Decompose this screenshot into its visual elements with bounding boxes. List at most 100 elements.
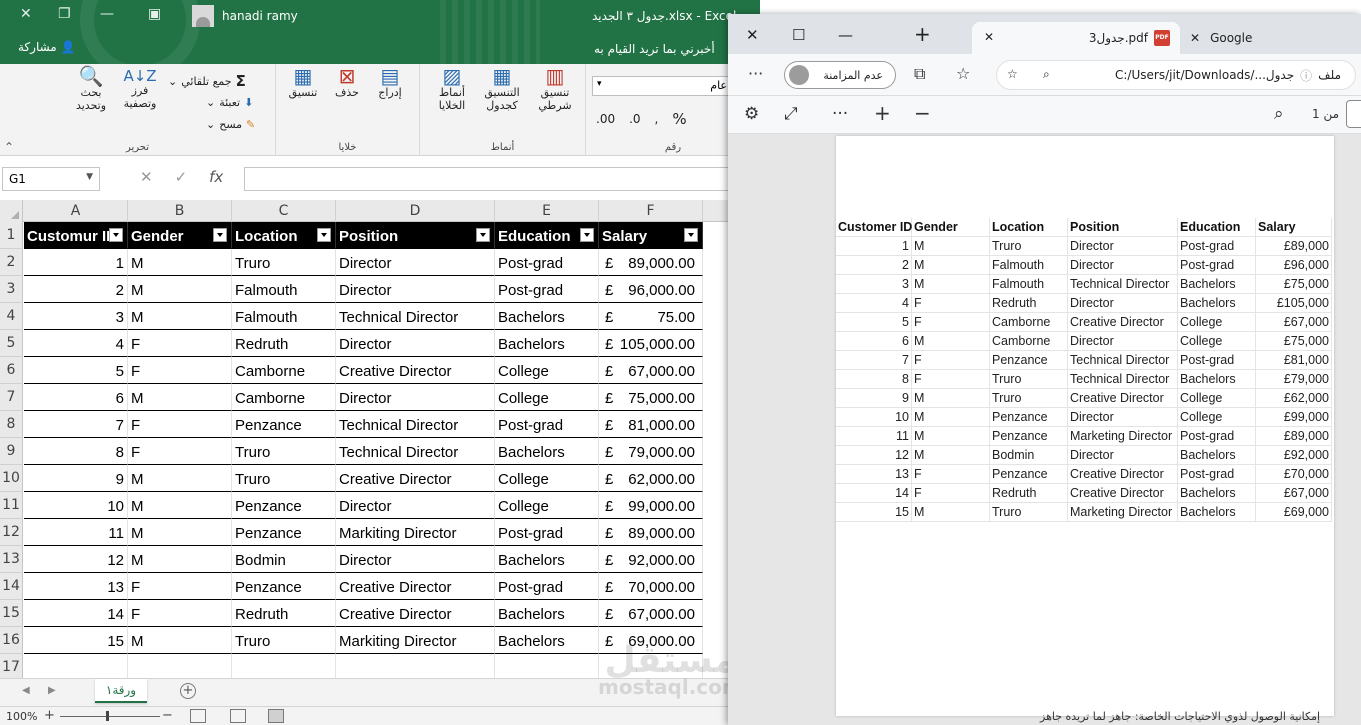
cell[interactable]: M (128, 384, 232, 411)
cell[interactable]: M (128, 465, 232, 492)
collections-icon[interactable]: ⧉ (914, 64, 925, 84)
cell-styles-button[interactable]: ▨ أنماط الخلايا (428, 66, 476, 112)
cell[interactable]: Customur ID (24, 222, 128, 249)
cell[interactable]: 7 (24, 411, 128, 438)
cell[interactable]: Redruth (232, 330, 336, 357)
cell[interactable]: 14 (24, 600, 128, 627)
sort-filter-button[interactable]: A↓Z فرز وتصفية (118, 69, 162, 111)
cell[interactable] (232, 654, 336, 678)
zoom-level[interactable]: 100% (6, 710, 37, 723)
cell[interactable]: Bachelors (495, 600, 599, 627)
cell[interactable]: Truro (232, 249, 336, 276)
cell[interactable]: 3 (24, 303, 128, 330)
minimize-window-icon[interactable]: — (100, 6, 114, 22)
cell[interactable]: 13 (24, 573, 128, 600)
maximize-window-icon[interactable]: ☐ (792, 26, 805, 44)
cell[interactable]: £62,000.00 (599, 465, 703, 492)
row-header[interactable]: 6 (0, 357, 23, 384)
close-tab-icon[interactable]: ✕ (984, 30, 994, 44)
filter-dropdown-icon[interactable] (476, 228, 490, 242)
cell[interactable]: M (128, 249, 232, 276)
cell[interactable]: £92,000.00 (599, 546, 703, 573)
cell[interactable]: £96,000.00 (599, 276, 703, 303)
cell[interactable]: Director (336, 276, 495, 303)
cell[interactable]: F (128, 411, 232, 438)
cell[interactable]: £67,000.00 (599, 600, 703, 627)
add-favorite-icon[interactable]: ☆ (1007, 67, 1018, 81)
close-window-icon[interactable]: ✕ (20, 6, 32, 22)
cell[interactable]: Salary (599, 222, 703, 249)
format-cells-button[interactable]: ▦ تنسيق (282, 66, 324, 99)
name-box[interactable]: G1 ▼ (2, 167, 100, 191)
cell[interactable]: F (128, 357, 232, 384)
row-header[interactable]: 1 (0, 222, 23, 249)
url-field[interactable]: ☆ ⌕ C:/Users/jit/Downloads/...جدول ⓘ ملف (996, 60, 1356, 90)
cell[interactable]: M (128, 627, 232, 654)
cell[interactable]: Penzance (232, 411, 336, 438)
zoom-slider[interactable] (60, 711, 160, 721)
conditional-format-button[interactable]: ▥ تنسيق شرطي (530, 66, 580, 112)
cell[interactable]: 1 (24, 249, 128, 276)
select-all-corner[interactable] (0, 200, 23, 222)
cell[interactable]: Creative Director (336, 573, 495, 600)
column-header[interactable]: C (232, 200, 336, 222)
cell[interactable]: £89,000.00 (599, 249, 703, 276)
row-header[interactable]: 14 (0, 573, 23, 600)
fit-page-icon[interactable]: ⤢ (784, 104, 798, 124)
sheet-tab[interactable]: ورقة١ (95, 679, 147, 703)
cell[interactable]: Markiting Director (336, 627, 495, 654)
cell[interactable]: Education (495, 222, 599, 249)
close-window-icon[interactable]: ✕ (746, 26, 759, 44)
cell[interactable]: Creative Director (336, 600, 495, 627)
increase-decimal-icon[interactable]: .0 (629, 112, 640, 126)
normal-view-icon[interactable] (268, 709, 284, 723)
cell[interactable]: M (128, 303, 232, 330)
cell[interactable]: Penzance (232, 519, 336, 546)
cell[interactable]: Post-grad (495, 573, 599, 600)
restore-window-icon[interactable]: ❐ (58, 6, 71, 22)
row-header[interactable]: 7 (0, 384, 23, 411)
row-header[interactable]: 12 (0, 519, 23, 546)
cell[interactable]: Creative Director (336, 357, 495, 384)
scroll-left-icon[interactable]: ◀ (22, 685, 30, 696)
cell[interactable]: Director (336, 249, 495, 276)
cancel-icon[interactable]: ✕ (140, 168, 153, 186)
cell[interactable]: £81,000.00 (599, 411, 703, 438)
cell[interactable]: F (128, 330, 232, 357)
cell[interactable]: £75,000.00 (599, 384, 703, 411)
filter-dropdown-icon[interactable] (109, 228, 123, 242)
cell[interactable]: Technical Director (336, 303, 495, 330)
row-header[interactable]: 11 (0, 492, 23, 519)
column-header[interactable]: A (24, 200, 128, 222)
cell[interactable]: Technical Director (336, 438, 495, 465)
cell[interactable]: 11 (24, 519, 128, 546)
cell[interactable]: £105,000.00 (599, 330, 703, 357)
cell[interactable]: £70,000.00 (599, 573, 703, 600)
insert-function-icon[interactable]: fx (209, 168, 223, 186)
scroll-right-icon[interactable]: ▶ (48, 685, 56, 696)
cell[interactable]: Post-grad (495, 249, 599, 276)
cell[interactable]: Camborne (232, 384, 336, 411)
cell[interactable]: 9 (24, 465, 128, 492)
more-tools-icon[interactable]: ··· (832, 104, 848, 124)
zoom-in-icon[interactable]: − (162, 708, 173, 723)
delete-cells-button[interactable]: ⊠ حذف (328, 66, 366, 99)
cell[interactable]: Technical Director (336, 411, 495, 438)
row-header[interactable]: 17 (0, 654, 23, 678)
comma-style-icon[interactable]: , (655, 112, 659, 126)
zoom-in-icon[interactable]: + (874, 101, 891, 125)
column-header[interactable]: E (495, 200, 599, 222)
cell[interactable]: £67,000.00 (599, 357, 703, 384)
minimize-window-icon[interactable]: — (838, 26, 853, 44)
cell[interactable]: Post-grad (495, 276, 599, 303)
clear-button[interactable]: ⌄ مسح ✎ (206, 118, 255, 131)
cell[interactable]: 10 (24, 492, 128, 519)
cell[interactable]: Bachelors (495, 303, 599, 330)
cell[interactable]: M (128, 519, 232, 546)
cell[interactable]: Creative Director (336, 465, 495, 492)
cell[interactable]: College (495, 357, 599, 384)
cell[interactable]: 6 (24, 384, 128, 411)
page-layout-view-icon[interactable] (230, 709, 246, 723)
cell[interactable]: Bachelors (495, 330, 599, 357)
cell[interactable]: Redruth (232, 600, 336, 627)
